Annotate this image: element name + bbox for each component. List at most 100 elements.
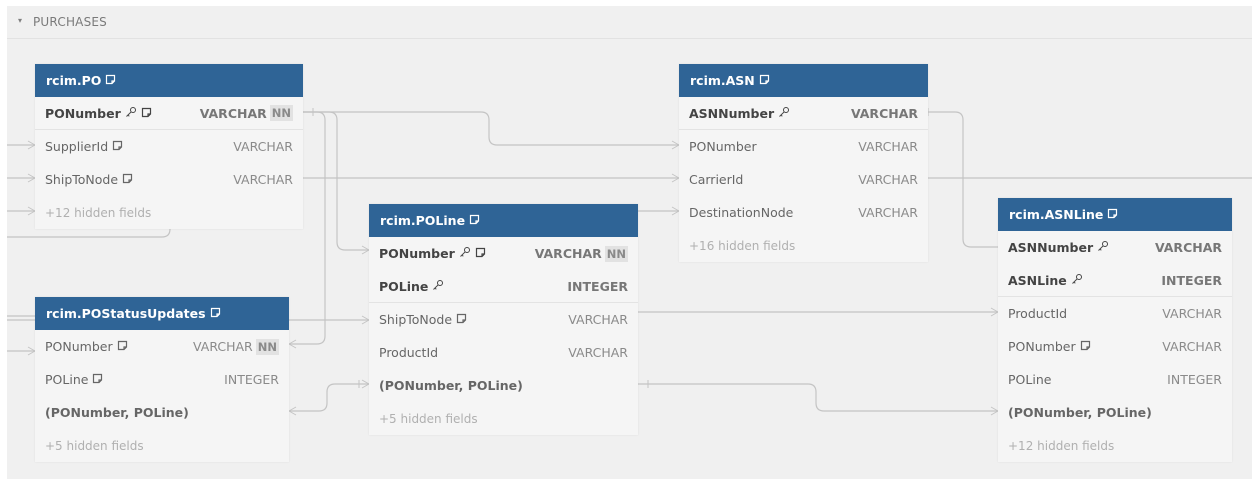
field-name-text: ProductId (379, 345, 439, 360)
field-row[interactable]: ShipToNode VARCHAR (369, 303, 638, 336)
field-name: +5 hidden fields (379, 412, 478, 426)
key-icon (1071, 273, 1083, 288)
table-po[interactable]: rcim.PO PONumber VARCHAR NN SupplierId VARCHA… (35, 64, 303, 229)
edge-postatus-poline (289, 383, 369, 412)
field-row[interactable]: SupplierId VARCHAR (35, 130, 303, 163)
field-row[interactable]: PONumber VARCHAR (998, 330, 1232, 363)
hidden-fields-link[interactable]: +12 hidden fields (35, 196, 303, 229)
field-type: VARCHAR (568, 312, 628, 327)
field-row[interactable]: PONumber VARCHAR NN (35, 97, 303, 130)
table-asn[interactable]: rcim.ASN ASNNumber VARCHAR PONumber VARCHAR C… (679, 64, 928, 262)
field-name-text: +12 hidden fields (45, 205, 152, 220)
note-icon[interactable] (1080, 339, 1091, 354)
note-icon[interactable] (456, 312, 467, 327)
hidden-fields-link[interactable]: +5 hidden fields (369, 402, 638, 435)
field-type: INTEGER (224, 372, 279, 387)
field-type-text: VARCHAR (568, 345, 628, 360)
field-type-text: VARCHAR (858, 139, 918, 154)
field-name-text: SupplierId (45, 139, 109, 154)
field-name: PONumber (45, 339, 128, 354)
field-type-text: VARCHAR (858, 172, 918, 187)
field-type-text: VARCHAR (568, 312, 628, 327)
field-name: +5 hidden fields (45, 439, 144, 453)
field-type: INTEGER (1167, 372, 1222, 387)
table-title: rcim.ASNLine (1009, 207, 1104, 222)
field-name: ShipToNode (45, 172, 133, 187)
field-row[interactable]: PONumber VARCHAR (679, 130, 928, 163)
note-icon[interactable] (1107, 207, 1118, 222)
field-row[interactable]: PONumber VARCHAR NN (35, 330, 289, 363)
field-row[interactable]: PONumber VARCHAR NN (369, 237, 638, 270)
table-title: rcim.POStatusUpdates (46, 306, 206, 321)
field-name: DestinationNode (689, 205, 793, 220)
note-icon[interactable] (117, 339, 128, 354)
table-postatus[interactable]: rcim.POStatusUpdates PONumber VARCHAR NN POL… (35, 297, 289, 462)
note-icon[interactable] (210, 306, 221, 321)
not-null-badge: NN (255, 338, 279, 355)
note-icon[interactable] (475, 246, 486, 261)
note-icon[interactable] (112, 139, 123, 154)
composite-key-row[interactable]: (PONumber, POLine) (35, 396, 289, 429)
field-row[interactable]: ASNLine INTEGER (998, 264, 1232, 297)
field-type: VARCHAR (1155, 240, 1222, 255)
field-row[interactable]: POLine INTEGER (369, 270, 638, 303)
field-row[interactable]: ProductId VARCHAR (998, 297, 1232, 330)
field-type: VARCHAR (858, 139, 918, 154)
field-row[interactable]: POLine INTEGER (35, 363, 289, 396)
field-type: VARCHAR (1162, 339, 1222, 354)
field-type-text: VARCHAR (233, 172, 293, 187)
note-icon[interactable] (122, 172, 133, 187)
field-name-text: POLine (45, 372, 89, 387)
not-null-badge: NN (269, 105, 293, 121)
table-poline[interactable]: rcim.POLine PONumber VARCHAR NN POLine INTEGE… (369, 204, 638, 435)
field-row[interactable]: ASNNumber VARCHAR (679, 97, 928, 130)
field-type: VARCHAR (858, 205, 918, 220)
field-type-text: VARCHAR (1154, 240, 1222, 255)
field-name: PONumber (379, 246, 486, 261)
table-asnline[interactable]: rcim.ASNLine ASNNumber VARCHAR ASNLine INTEG… (998, 198, 1232, 462)
note-icon[interactable] (759, 73, 770, 88)
field-type: VARCHAR (233, 139, 293, 154)
table-header[interactable]: rcim.POLine (369, 204, 638, 237)
field-type: VARCHAR NN (200, 105, 293, 121)
field-type: VARCHAR (851, 106, 918, 121)
field-row[interactable]: POLine INTEGER (998, 363, 1232, 396)
diagram-canvas[interactable]: ▾ PURCHASES rcim.PO PONumber VARCHAR NN … (7, 6, 1252, 479)
table-header[interactable]: rcim.PO (35, 64, 303, 97)
field-name: PONumber (45, 106, 152, 121)
field-name: PONumber (1008, 339, 1091, 354)
field-name-text: PONumber (1008, 339, 1076, 354)
field-name: (PONumber, POLine) (379, 378, 523, 393)
composite-key-row[interactable]: (PONumber, POLine) (369, 369, 638, 402)
field-row[interactable]: CarrierId VARCHAR (679, 163, 928, 196)
hidden-fields-link[interactable]: +5 hidden fields (35, 429, 289, 462)
field-name-text: PONumber (45, 339, 113, 354)
field-row[interactable]: ProductId VARCHAR (369, 336, 638, 369)
composite-key-row[interactable]: (PONumber, POLine) (998, 396, 1232, 429)
hidden-fields-link[interactable]: +16 hidden fields (679, 229, 928, 262)
field-name: ProductId (379, 345, 438, 360)
note-icon[interactable] (141, 106, 152, 121)
field-name-text: ShipToNode (379, 312, 453, 327)
hidden-fields-link[interactable]: +12 hidden fields (998, 429, 1232, 462)
field-row[interactable]: DestinationNode VARCHAR (679, 196, 928, 229)
field-type: VARCHAR (233, 172, 293, 187)
note-icon[interactable] (92, 372, 103, 387)
field-row[interactable]: ASNNumber VARCHAR (998, 231, 1232, 264)
table-header[interactable]: rcim.ASN (679, 64, 928, 97)
table-header[interactable]: rcim.POStatusUpdates (35, 297, 289, 330)
note-icon[interactable] (105, 73, 116, 88)
field-name-text: CarrierId (689, 172, 744, 187)
field-row[interactable]: ShipToNode VARCHAR (35, 163, 303, 196)
field-name-text: +16 hidden fields (689, 238, 796, 253)
field-type-text: INTEGER (224, 372, 279, 387)
note-icon[interactable] (469, 213, 480, 228)
table-header[interactable]: rcim.ASNLine (998, 198, 1232, 231)
field-name-text: PONumber (45, 105, 121, 121)
field-name: POLine (379, 279, 444, 294)
field-type-text: VARCHAR (850, 105, 918, 121)
field-type-text: VARCHAR (233, 139, 293, 154)
field-name: ASNNumber (689, 106, 790, 121)
field-name-text: POLine (1008, 372, 1052, 387)
field-name-text: ProductId (1008, 306, 1068, 321)
